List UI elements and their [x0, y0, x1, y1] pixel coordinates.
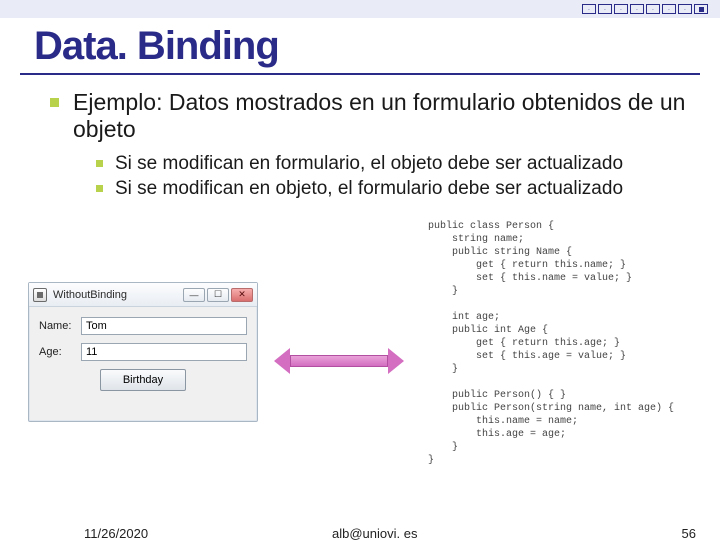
nav-dot-icon[interactable]: . — [630, 4, 644, 14]
bullet-level2: Si se modifican en objeto, el formulario… — [96, 178, 692, 200]
window-title: WithoutBinding — [53, 289, 127, 301]
birthday-button[interactable]: Birthday — [100, 369, 186, 391]
arrow-shaft — [290, 355, 388, 367]
nav-dot-icon[interactable]: . — [614, 4, 628, 14]
minimize-button[interactable]: — — [183, 288, 205, 302]
window-buttons: — ☐ ✕ — [183, 288, 253, 302]
close-button[interactable]: ✕ — [231, 288, 253, 302]
body: Ejemplo: Datos mostrados en un formulari… — [0, 75, 720, 200]
nav-dot-icon[interactable]: . — [598, 4, 612, 14]
square-bullet-icon — [96, 185, 103, 192]
nav-stop-icon[interactable] — [694, 4, 708, 14]
age-label: Age: — [39, 346, 81, 358]
square-bullet-icon — [50, 98, 59, 107]
square-bullet-icon — [96, 160, 103, 167]
form: Name: Age: Birthday — [29, 307, 257, 397]
arrow-head-left-icon — [274, 348, 290, 374]
nav-dot-icon[interactable]: . — [678, 4, 692, 14]
slide: . . . . . . . Data. Binding Ejemplo: Dat… — [0, 0, 720, 540]
nav-dot-icon[interactable]: . — [662, 4, 676, 14]
figures: WithoutBinding — ☐ ✕ Name: Age: Birthday — [0, 270, 720, 470]
bullet-level2: Si se modifican en formulario, el objeto… — [96, 153, 692, 175]
app-icon — [33, 288, 47, 302]
nav-group-1: . . . . . — [582, 4, 660, 14]
button-row: Birthday — [39, 369, 247, 391]
name-field[interactable] — [81, 317, 247, 335]
footer-page-number: 56 — [682, 526, 696, 540]
nav-controls: . . . . . . . — [582, 4, 708, 14]
code-snippet: public class Person { string name; publi… — [428, 220, 674, 467]
example-window: WithoutBinding — ☐ ✕ Name: Age: Birthday — [28, 282, 258, 422]
nav-dot-icon[interactable]: . — [646, 4, 660, 14]
bullet-text: Si se modifican en objeto, el formulario… — [115, 178, 623, 200]
footer-date: 11/26/2020 — [84, 526, 148, 540]
nav-group-2: . . — [662, 4, 708, 14]
arrow-head-right-icon — [388, 348, 404, 374]
age-field[interactable] — [81, 343, 247, 361]
form-row-name: Name: — [39, 317, 247, 335]
maximize-button[interactable]: ☐ — [207, 288, 229, 302]
titlebar: WithoutBinding — ☐ ✕ — [29, 283, 257, 307]
bullet-level1: Ejemplo: Datos mostrados en un formulari… — [50, 89, 692, 143]
bullet-text: Si se modifican en formulario, el objeto… — [115, 153, 623, 175]
name-label: Name: — [39, 320, 81, 332]
bullet-text: Ejemplo: Datos mostrados en un formulari… — [73, 89, 692, 143]
nav-dot-icon[interactable]: . — [582, 4, 596, 14]
footer-email: alb@uniovi. es — [332, 526, 417, 540]
page-title: Data. Binding — [0, 18, 720, 69]
sub-bullets: Si se modifican en formulario, el objeto… — [50, 153, 692, 200]
two-way-arrow-icon — [274, 348, 404, 374]
form-row-age: Age: — [39, 343, 247, 361]
